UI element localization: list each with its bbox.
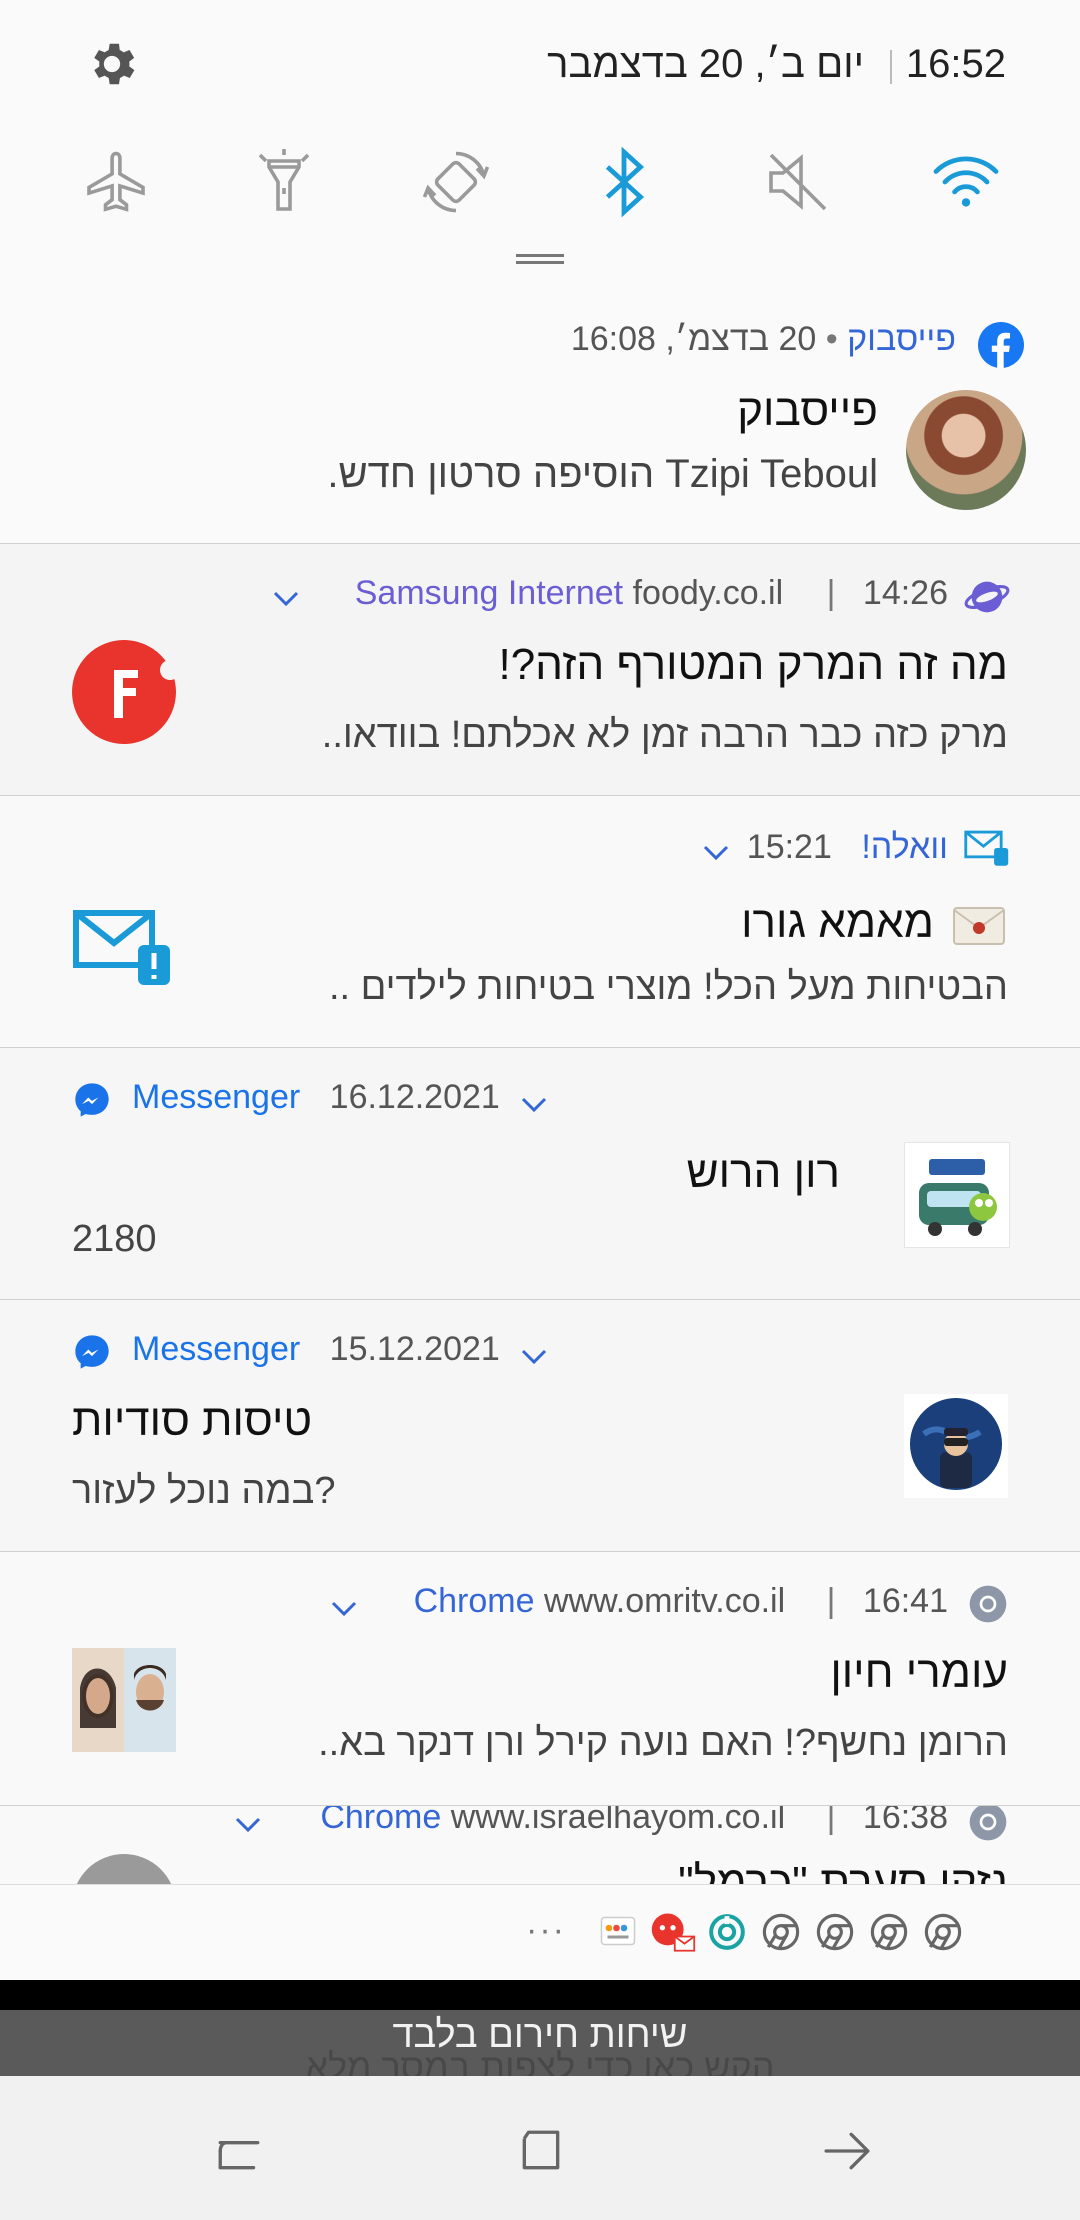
notification-messenger-1[interactable]: Messenger 16.12.2021 רון הרוש 2180 <box>0 1048 1080 1300</box>
notification-time: 20 בדצמ׳, 16:08 <box>570 320 817 358</box>
facebook-icon <box>978 322 1024 368</box>
notification-chrome-2[interactable]: Chrome www.israelhayom.co.il | 16:38 נזק… <box>0 1806 1080 1884</box>
emergency-label: שיחות חירום בלבד <box>392 2014 688 2056</box>
chrome-icon <box>870 1913 908 1951</box>
home-button[interactable] <box>516 2126 566 2176</box>
app-name: Chrome <box>320 1806 442 1836</box>
bluetooth-icon[interactable] <box>588 146 660 218</box>
chevron-down-icon[interactable] <box>330 1600 358 1618</box>
envelope-emoji-icon <box>953 907 1005 945</box>
notification-site: foody.co.il <box>632 574 784 612</box>
notification-header: פייסבוק • 20 בדצמ׳, 16:08 <box>571 320 956 359</box>
avatar <box>72 1854 176 1884</box>
chrome-icon <box>924 1913 962 1951</box>
header-separator: | <box>826 574 836 612</box>
divider-bar <box>0 1980 1080 2010</box>
avatar <box>904 1142 1010 1248</box>
more-indicator: ··· <box>526 1911 566 1949</box>
auto-rotate-icon[interactable] <box>420 146 492 218</box>
foody-logo-icon <box>72 640 180 744</box>
chevron-down-icon[interactable] <box>234 1816 262 1834</box>
messenger-icon <box>75 1083 109 1117</box>
notification-time: 14:26 <box>862 574 948 612</box>
notification-title: פייסבוק <box>737 386 878 435</box>
app-name: Messenger <box>132 1078 301 1116</box>
app-name: Samsung Internet <box>354 574 624 612</box>
notification-chrome-1[interactable]: Chrome www.omritv.co.il | 16:41 עומרי חי… <box>0 1552 1080 1806</box>
app-name: וואלה! <box>861 828 948 866</box>
notification-title: מה זה המרק המטורף הזה?! <box>498 640 1008 689</box>
walla-mail-icon <box>73 910 170 985</box>
header-dot: • <box>816 320 838 358</box>
app-name: Chrome <box>413 1582 535 1620</box>
walla-mail-icon <box>964 830 1009 866</box>
thumbnail-image <box>72 1648 176 1752</box>
yala-icon <box>600 1916 636 1946</box>
notification-body: הבטיחות מעל הכל! מוצרי בטיחות לילדים .. <box>329 966 1008 1008</box>
notification-time: 16:41 <box>862 1582 948 1620</box>
app-name: Messenger <box>132 1330 301 1368</box>
notification-icons-bar: ··· <box>0 1884 1080 1981</box>
chrome-icon <box>816 1913 854 1951</box>
sync-icon <box>709 1914 745 1950</box>
chrome-icon <box>762 1913 800 1951</box>
notification-walla[interactable]: וואלה! 15:21 מאמא גורו הבטיחות מעל הכל! … <box>0 796 1080 1048</box>
notification-body: הרומן נחשף?! האם נועה קירל ורן דנקר בא.. <box>318 1722 1008 1764</box>
notification-header: Chrome www.israelhayom.co.il | 16:38 <box>320 1806 948 1837</box>
avatar <box>904 1394 1008 1498</box>
notification-header: וואלה! 15:21 <box>747 828 948 867</box>
notification-body: במה נוכל לעזור? <box>72 1470 336 1512</box>
notification-site: www.israelhayom.co.il <box>450 1806 786 1836</box>
back-button[interactable] <box>822 2126 872 2176</box>
chevron-down-icon[interactable] <box>520 1348 548 1366</box>
notification-title: רון הרוש <box>686 1148 840 1197</box>
avatar <box>906 390 1026 510</box>
notification-header: Messenger 16.12.2021 <box>132 1078 500 1117</box>
navigation-bar <box>0 2076 1080 2220</box>
app-name: פייסבוק <box>847 320 956 358</box>
chevron-down-icon[interactable] <box>520 1096 548 1114</box>
notification-time: 16:38 <box>862 1806 948 1836</box>
samsung-internet-icon <box>964 581 1010 613</box>
airplane-mode-icon[interactable] <box>80 146 152 218</box>
quick-settings-panel: יום ב׳, 20 בדצמבר 16:52 <box>0 0 1080 287</box>
mail-icon <box>651 1913 696 1952</box>
notification-title: טיסות סודיות <box>72 1396 313 1445</box>
chrome-icon <box>969 1585 1007 1623</box>
status-time: 16:52 <box>905 42 1006 86</box>
notification-body: 2180 <box>72 1218 157 1260</box>
wifi-icon[interactable] <box>930 146 1002 218</box>
notification-title: מאמא גורו <box>741 898 934 947</box>
notification-body: מרק כזה כבר הרבה זמן לא אכלתם! בוודאו.. <box>321 714 1008 756</box>
chevron-down-icon[interactable] <box>702 844 730 862</box>
notification-title: נזקי סערת "כרמל" <box>678 1858 1008 1884</box>
header-separator: | <box>826 1582 836 1620</box>
chrome-icon <box>969 1806 1007 1841</box>
header-separator: | <box>826 1806 836 1836</box>
notification-header: Chrome www.omritv.co.il | 16:41 <box>414 1582 948 1621</box>
notification-samsung-internet[interactable]: Samsung Internet foody.co.il | 14:26 מה … <box>0 544 1080 796</box>
status-date: יום ב׳, 20 בדצמבר <box>547 42 864 86</box>
recents-button[interactable] <box>214 2126 264 2176</box>
panel-drag-handle[interactable] <box>516 254 564 264</box>
flashlight-icon[interactable] <box>248 146 320 218</box>
sound-mute-icon[interactable] <box>762 146 834 218</box>
notification-title: עומרי חיון <box>830 1648 1008 1697</box>
notification-time: 15:21 <box>746 828 832 866</box>
chevron-down-icon[interactable] <box>272 590 300 608</box>
notification-time: 16.12.2021 <box>329 1078 500 1116</box>
notification-facebook[interactable]: פייסבוק • 20 בדצמ׳, 16:08 פייסבוק Tzipi … <box>0 286 1080 544</box>
gear-icon[interactable] <box>84 36 140 92</box>
emergency-calls-bar[interactable]: הקש כאן כדי לצפות במסך מלא שיחות חירום ב… <box>0 2010 1080 2087</box>
status-divider <box>890 50 892 84</box>
messenger-icon <box>75 1335 109 1369</box>
notification-messenger-2[interactable]: Messenger 15.12.2021 טיסות סודיות במה נו… <box>0 1300 1080 1552</box>
notification-time: 15.12.2021 <box>329 1330 500 1368</box>
notification-body: Tzipi Teboul הוסיפה סרטון חדש. <box>327 452 878 496</box>
notification-header: Messenger 15.12.2021 <box>132 1330 500 1369</box>
notification-site: www.omritv.co.il <box>543 1582 786 1620</box>
notification-header: Samsung Internet foody.co.il | 14:26 <box>355 574 948 613</box>
